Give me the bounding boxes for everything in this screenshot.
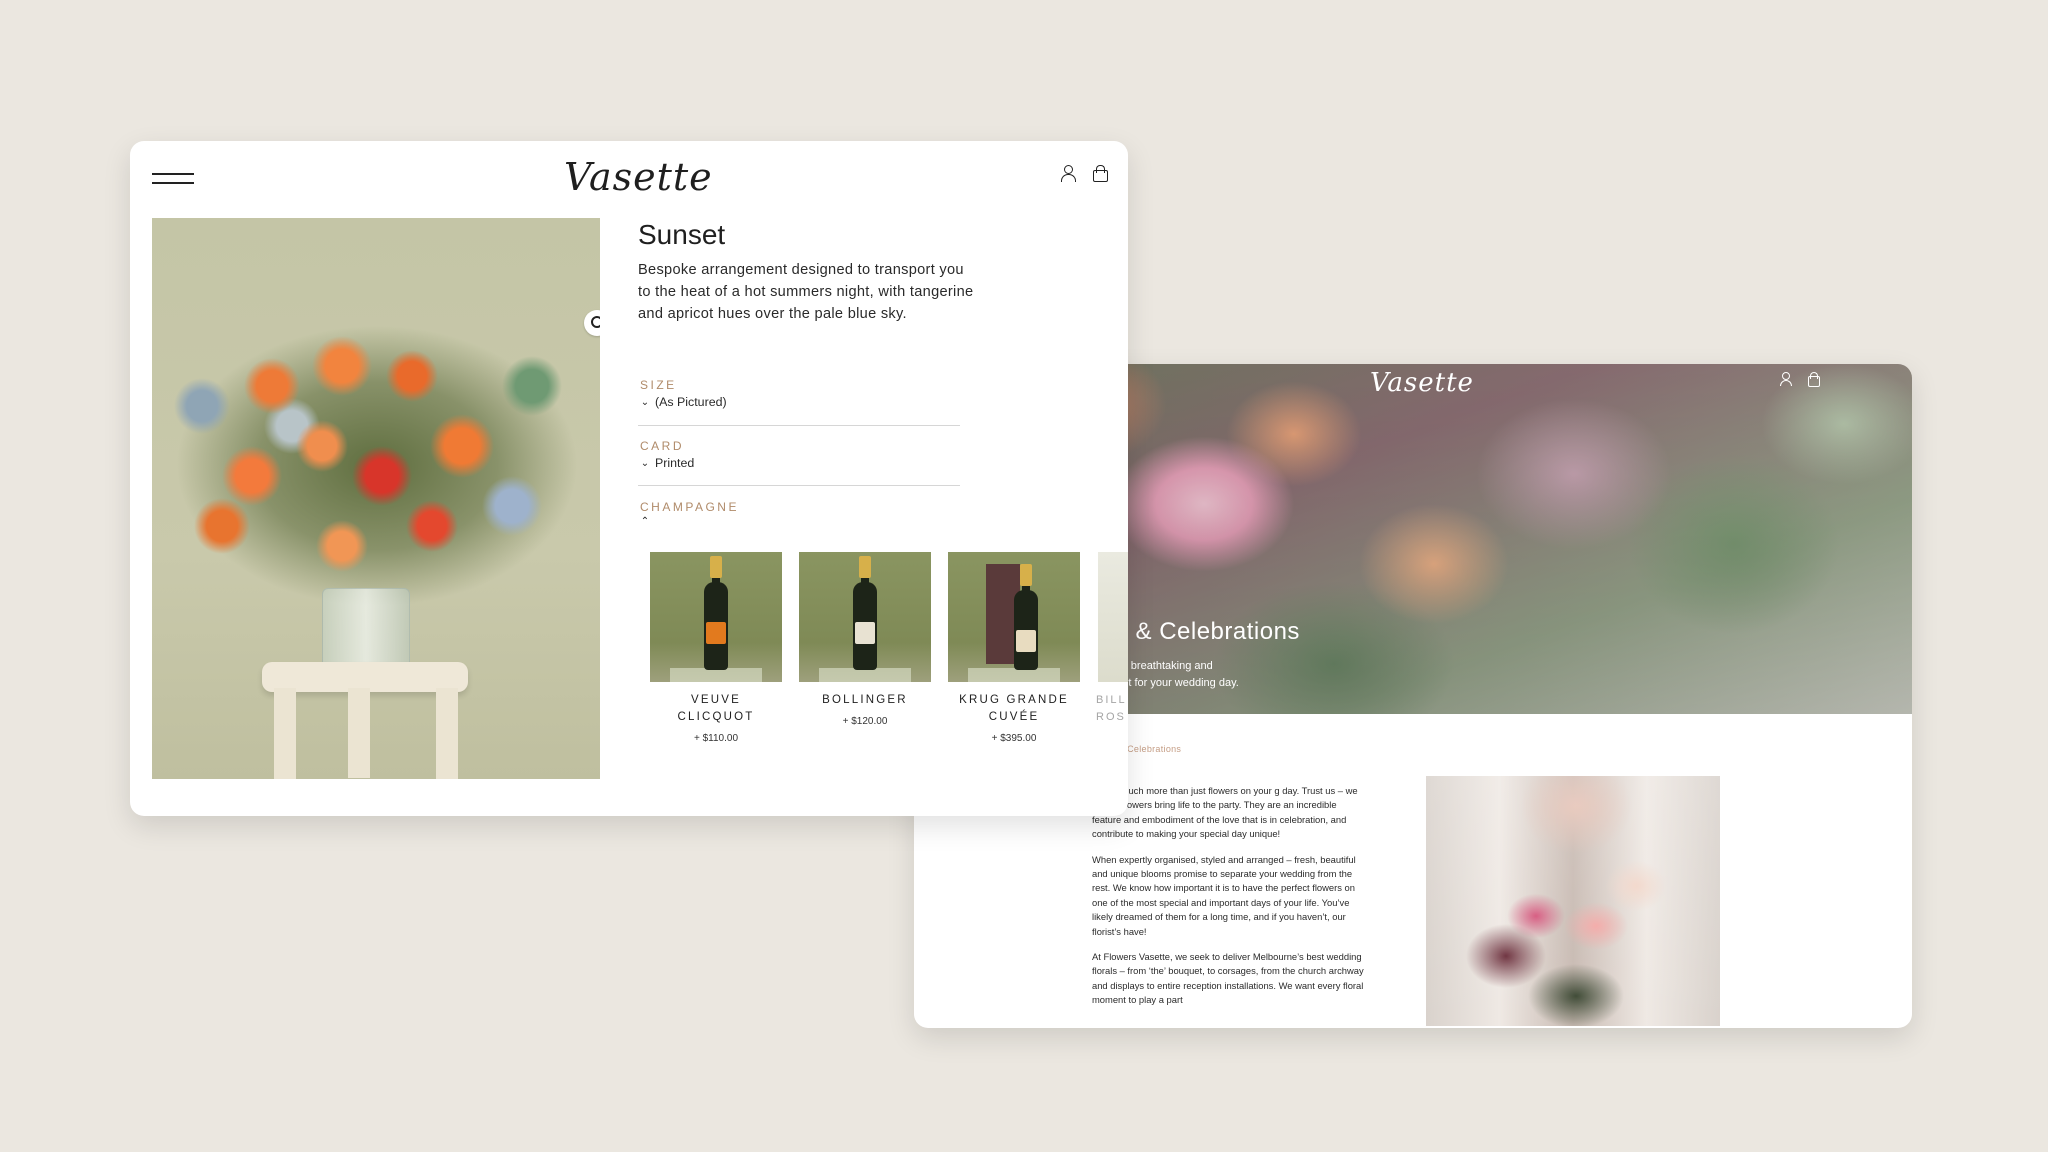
user-icon[interactable] bbox=[1778, 372, 1792, 386]
size-select[interactable]: ⌄ (As Pictured) bbox=[640, 395, 727, 409]
hamburger-icon[interactable] bbox=[152, 173, 194, 185]
champagne-option[interactable]: KRUG GRANDE CUVÉE + $395.00 bbox=[948, 552, 1080, 744]
site-logo[interactable]: Vasette bbox=[1370, 368, 1474, 398]
product-title: Sunset bbox=[638, 219, 726, 250]
body-copy: are so much more than just flowers on yo… bbox=[1092, 784, 1364, 1019]
champagne-photo bbox=[799, 552, 931, 682]
champagne-name-partial: BILL ROS bbox=[1096, 694, 1127, 723]
bag-icon[interactable] bbox=[1092, 165, 1108, 182]
stool-leg bbox=[274, 688, 296, 779]
stool-leg bbox=[348, 688, 370, 778]
paragraph: At Flowers Vasette, we seek to deliver M… bbox=[1092, 951, 1364, 1006]
hero-subtitle-line: rfect for your wedding day. bbox=[1110, 677, 1239, 689]
bottle bbox=[853, 556, 877, 670]
option-label-size: SIZE bbox=[640, 378, 677, 392]
bridal-bouquet-photo bbox=[1426, 776, 1720, 1026]
champagne-photo bbox=[650, 552, 782, 682]
plinth bbox=[670, 668, 762, 682]
paragraph: are so much more than just flowers on yo… bbox=[1092, 785, 1358, 840]
glass-vase bbox=[322, 588, 410, 672]
card-value: Printed bbox=[655, 456, 695, 470]
champagne-name: BOLLINGER bbox=[822, 694, 908, 706]
champagne-price: + $120.00 bbox=[842, 716, 888, 727]
divider bbox=[638, 485, 960, 486]
plinth bbox=[968, 668, 1060, 682]
champagne-price: + $395.00 bbox=[991, 733, 1037, 744]
champagne-option-partial[interactable] bbox=[1098, 552, 1128, 682]
chevron-down-icon: ⌄ bbox=[640, 457, 650, 469]
header-icons bbox=[1778, 372, 1820, 387]
option-label-card: CARD bbox=[640, 439, 685, 453]
champagne-name: KRUG GRANDE CUVÉE bbox=[959, 694, 1069, 723]
hero-title: gs & Celebrations bbox=[1102, 618, 1300, 645]
divider bbox=[638, 425, 960, 426]
user-icon[interactable] bbox=[1060, 165, 1076, 182]
product-photo[interactable] bbox=[152, 218, 600, 779]
chevron-up-icon: ⌃ bbox=[640, 516, 650, 527]
card-select[interactable]: ⌄ Printed bbox=[640, 456, 694, 470]
bottle bbox=[704, 556, 728, 670]
product-page-window: Vasette Sunset Bespoke arrangement desig… bbox=[130, 141, 1128, 816]
header-icons bbox=[1060, 165, 1108, 182]
chevron-down-icon: ⌄ bbox=[640, 396, 650, 408]
option-label-champagne: CHAMPAGNE bbox=[640, 500, 739, 514]
bottle bbox=[1014, 564, 1038, 670]
site-logo[interactable]: Vasette bbox=[564, 155, 713, 199]
size-value: (As Pictured) bbox=[655, 395, 727, 409]
champagne-toggle[interactable]: ⌃ bbox=[640, 516, 650, 527]
champagne-price: + $110.00 bbox=[693, 733, 739, 744]
paragraph: When expertly organised, styled and arra… bbox=[1092, 853, 1356, 937]
champagne-option[interactable]: VEUVE CLICQUOT + $110.00 bbox=[650, 552, 782, 744]
plinth bbox=[819, 668, 911, 682]
hero-subtitle-line: ting breathtaking and bbox=[1110, 660, 1213, 672]
champagne-option[interactable]: BOLLINGER + $120.00 bbox=[799, 552, 931, 727]
bag-icon[interactable] bbox=[1806, 372, 1820, 387]
champagne-name: VEUVE CLICQUOT bbox=[677, 694, 755, 723]
stool-leg bbox=[436, 688, 458, 779]
product-description: Bespoke arrangement designed to transpor… bbox=[638, 262, 974, 322]
hero-subtitle: ting breathtaking and rfect for your wed… bbox=[1110, 658, 1310, 692]
flower-arrangement bbox=[162, 326, 592, 626]
champagne-photo bbox=[948, 552, 1080, 682]
